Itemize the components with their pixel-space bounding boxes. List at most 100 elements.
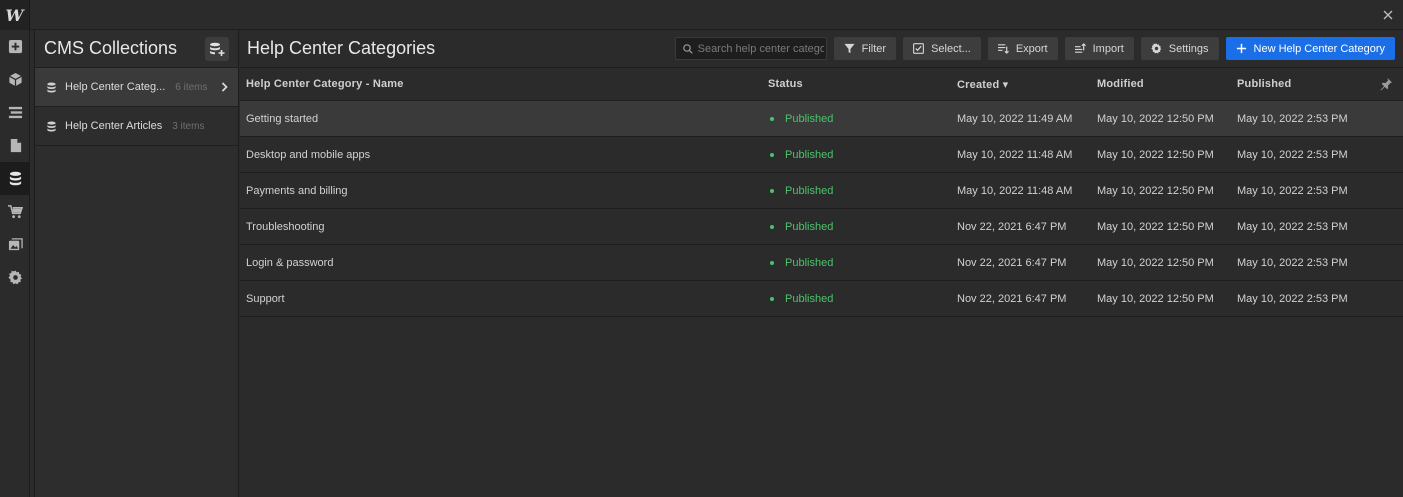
gear-icon xyxy=(7,270,22,285)
top-bar: W xyxy=(0,0,1403,30)
status-badge: Published xyxy=(785,112,834,125)
cell-status: Published xyxy=(762,113,951,125)
collection-item-help-center-articles[interactable]: Help Center Articles 3 items xyxy=(35,107,238,146)
search-input[interactable] xyxy=(697,42,824,55)
search-box xyxy=(674,37,827,60)
rail-symbols-button[interactable] xyxy=(0,63,30,96)
export-button[interactable]: Export xyxy=(987,37,1058,60)
collection-items-panel: Help Center Categories Filter Select... … xyxy=(240,30,1403,497)
cell-created: Nov 22, 2021 6:47 PM xyxy=(957,256,1067,269)
status-dot-icon xyxy=(770,116,774,121)
cell-modified: May 10, 2022 12:50 PM xyxy=(1097,112,1214,125)
database-icon xyxy=(47,121,56,131)
rail-cms-button[interactable] xyxy=(0,162,30,195)
close-icon xyxy=(1383,10,1393,20)
close-button[interactable] xyxy=(1378,5,1398,25)
page-title: Help Center Categories xyxy=(247,38,436,58)
cell-modified: May 10, 2022 12:50 PM xyxy=(1097,292,1214,305)
database-icon xyxy=(47,82,56,92)
table-row[interactable]: Troubleshooting Published Nov 22, 2021 6… xyxy=(240,209,1403,245)
cell-published: May 10, 2022 2:53 PM xyxy=(1237,148,1348,161)
cell-name: Troubleshooting xyxy=(246,220,325,233)
cube-icon xyxy=(8,72,22,87)
table-row[interactable]: Support Published Nov 22, 2021 6:47 PM M… xyxy=(240,281,1403,317)
collection-item-help-center-categories[interactable]: Help Center Categ... 6 items xyxy=(35,68,238,107)
cart-icon xyxy=(7,205,23,219)
rail-add-button[interactable] xyxy=(0,30,30,63)
collection-count: 3 items xyxy=(172,120,205,132)
cell-created: May 10, 2022 11:48 AM xyxy=(957,184,1073,197)
assets-icon xyxy=(8,238,23,251)
import-icon xyxy=(1074,43,1086,53)
rail-navigator-button[interactable] xyxy=(0,96,30,129)
filter-icon xyxy=(844,43,855,54)
status-dot-icon xyxy=(770,224,774,229)
rail-settings-button[interactable] xyxy=(0,261,30,294)
collection-name: Help Center Categ... xyxy=(65,81,166,93)
rail-pages-button[interactable] xyxy=(0,129,30,162)
cell-status: Published xyxy=(762,185,951,197)
cell-modified: May 10, 2022 12:50 PM xyxy=(1097,220,1214,233)
table-header: Help Center Category - Name Status Creat… xyxy=(240,68,1403,101)
cell-status: Published xyxy=(762,149,951,161)
column-header-modified[interactable]: Modified xyxy=(1091,78,1231,90)
table-row[interactable]: Login & password Published Nov 22, 2021 … xyxy=(240,245,1403,281)
left-rail xyxy=(0,30,30,497)
status-badge: Published xyxy=(785,256,834,269)
cell-created: Nov 22, 2021 6:47 PM xyxy=(957,292,1067,305)
filter-button[interactable]: Filter xyxy=(833,37,897,60)
collections-header: CMS Collections xyxy=(35,30,238,68)
export-icon xyxy=(997,44,1009,54)
collections-title: CMS Collections xyxy=(44,38,178,58)
collection-count: 6 items xyxy=(175,81,208,93)
column-header-name[interactable]: Help Center Category - Name xyxy=(240,78,762,90)
cell-name: Payments and billing xyxy=(246,184,348,197)
cell-modified: May 10, 2022 12:50 PM xyxy=(1097,256,1214,269)
checkbox-icon xyxy=(913,43,924,54)
rail-assets-button[interactable] xyxy=(0,228,30,261)
cell-name: Getting started xyxy=(246,112,319,125)
import-button[interactable]: Import xyxy=(1064,37,1134,60)
search-icon xyxy=(682,43,693,54)
pages-icon xyxy=(10,138,21,153)
status-dot-icon xyxy=(770,260,774,265)
table-row[interactable]: Getting started Published May 10, 2022 1… xyxy=(240,101,1403,137)
cell-published: May 10, 2022 2:53 PM xyxy=(1237,256,1348,269)
status-dot-icon xyxy=(770,296,774,301)
new-item-button[interactable]: New Help Center Category xyxy=(1225,37,1395,60)
add-database-icon xyxy=(210,42,225,56)
collection-name: Help Center Articles xyxy=(65,120,163,132)
cell-modified: May 10, 2022 12:50 PM xyxy=(1097,148,1214,161)
cell-name: Support xyxy=(246,292,285,305)
status-badge: Published xyxy=(785,220,834,233)
main-header: Help Center Categories Filter Select... … xyxy=(240,30,1403,68)
cell-published: May 10, 2022 2:53 PM xyxy=(1237,292,1348,305)
column-header-published[interactable]: Published xyxy=(1231,78,1391,90)
status-badge: Published xyxy=(785,184,834,197)
cell-name: Desktop and mobile apps xyxy=(246,148,371,161)
navigator-icon xyxy=(8,106,22,119)
cell-created: Nov 22, 2021 6:47 PM xyxy=(957,220,1067,233)
column-header-status[interactable]: Status xyxy=(762,78,951,90)
cell-status: Published xyxy=(762,293,951,305)
table-row[interactable]: Desktop and mobile apps Published May 10… xyxy=(240,137,1403,173)
add-collection-button[interactable] xyxy=(205,36,229,61)
toolbar: Filter Select... Export Import Settings … xyxy=(674,37,1395,60)
cell-created: May 10, 2022 11:49 AM xyxy=(957,112,1073,125)
cell-created: May 10, 2022 11:48 AM xyxy=(957,148,1073,161)
gear-icon xyxy=(1151,43,1162,54)
table-row[interactable]: Payments and billing Published May 10, 2… xyxy=(240,173,1403,209)
settings-button[interactable]: Settings xyxy=(1140,37,1219,60)
cell-published: May 10, 2022 2:53 PM xyxy=(1237,220,1348,233)
database-icon xyxy=(9,171,21,186)
webflow-logo[interactable]: W xyxy=(0,0,30,30)
cell-modified: May 10, 2022 12:50 PM xyxy=(1097,184,1214,197)
rail-ecommerce-button[interactable] xyxy=(0,195,30,228)
cell-status: Published xyxy=(762,257,951,269)
cell-published: May 10, 2022 2:53 PM xyxy=(1237,184,1348,197)
column-header-created[interactable]: Created ▾ xyxy=(951,78,1091,91)
select-button[interactable]: Select... xyxy=(903,37,981,60)
status-dot-icon xyxy=(770,188,774,193)
cell-status: Published xyxy=(762,221,951,233)
pin-icon[interactable] xyxy=(1379,77,1393,91)
